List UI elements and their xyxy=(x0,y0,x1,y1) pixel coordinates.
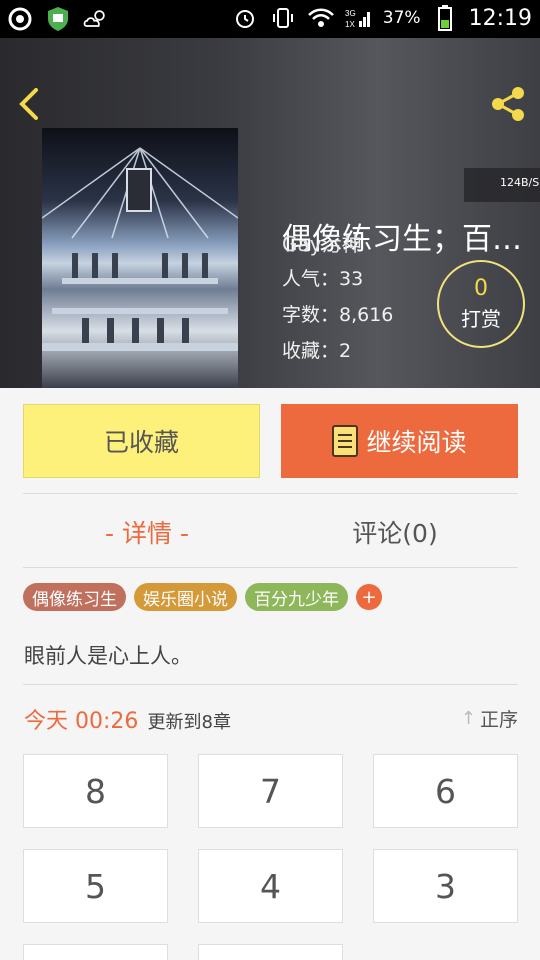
book-header: 偶像练习生；百… Gay污神 人气：33 字数：8,616 收藏：2 124B/… xyxy=(0,38,540,388)
vibrate-icon xyxy=(269,4,297,32)
tab-comments[interactable]: 评论(0) xyxy=(271,505,519,559)
svg-text:1X: 1X xyxy=(345,20,355,29)
arrow-up-icon: ↑ xyxy=(460,708,476,729)
shield-app-icon xyxy=(44,5,72,33)
chapter-tile[interactable]: 7 xyxy=(198,754,343,828)
battery-percent: 37% xyxy=(382,8,421,28)
tag-item[interactable]: 娱乐圈小说 xyxy=(134,583,237,611)
chapter-tile[interactable] xyxy=(23,944,168,960)
continue-reading-label: 继续阅读 xyxy=(366,428,467,457)
battery-icon xyxy=(431,4,459,32)
chapter-tile[interactable]: 5 xyxy=(23,849,168,923)
collected-button[interactable]: 已收藏 xyxy=(23,404,260,478)
chapter-tile[interactable]: 4 xyxy=(198,849,343,923)
weather-cloud-icon xyxy=(82,5,110,33)
netease-icon xyxy=(6,5,34,33)
chapter-tile[interactable] xyxy=(198,944,343,960)
alarm-icon xyxy=(231,4,259,32)
tag-list: 偶像练习生 娱乐圈小说 百分九少年 + xyxy=(23,583,382,611)
clock: 12:19 xyxy=(468,5,532,31)
back-button[interactable] xyxy=(14,84,44,124)
wordcount-stat: 字数：8,616 xyxy=(282,304,394,326)
chevron-left-icon xyxy=(19,88,38,120)
reward-count: 0 xyxy=(474,276,488,301)
reward-button[interactable]: 0 打赏 xyxy=(437,260,525,348)
net-speed-text: 124B/S xyxy=(500,176,540,189)
net-speed-overlay: 124B/S xyxy=(464,168,540,202)
divider xyxy=(23,493,518,494)
tag-item[interactable]: 百分九少年 xyxy=(245,583,348,611)
collected-label: 已收藏 xyxy=(103,428,179,457)
continue-reading-button[interactable]: 继续阅读 xyxy=(281,404,518,478)
signal-icon: 3G 1X xyxy=(345,4,373,32)
status-bar: 3G 1X 37% 12:19 xyxy=(0,0,540,38)
cover-logo xyxy=(126,168,152,212)
popularity-stat: 人气：33 xyxy=(282,268,364,290)
add-tag-button[interactable]: + xyxy=(356,584,382,610)
sort-order-label: 正序 xyxy=(479,709,518,731)
sort-order-button[interactable]: ↑ 正序 xyxy=(461,705,518,732)
share-icon xyxy=(492,87,524,121)
reward-label: 打赏 xyxy=(461,307,501,331)
tag-item[interactable]: 偶像练习生 xyxy=(23,583,126,611)
update-info: 今天 00:26 更新到8章 ↑ 正序 xyxy=(24,703,518,734)
tab-detail[interactable]: - 详情 - xyxy=(23,505,271,559)
favorites-stat: 收藏：2 xyxy=(282,340,352,362)
chapter-tile[interactable]: 3 xyxy=(373,849,518,923)
divider xyxy=(23,567,518,568)
update-text: 更新到8章 xyxy=(147,712,231,733)
book-cover[interactable] xyxy=(42,128,238,388)
divider xyxy=(23,684,518,685)
book-author[interactable]: Gay污神 xyxy=(282,228,362,257)
cover-stage-image xyxy=(42,147,238,351)
share-button[interactable] xyxy=(488,84,528,124)
chapter-tile[interactable]: 8 xyxy=(23,754,168,828)
wifi-icon xyxy=(307,4,335,32)
chapter-tile[interactable]: 6 xyxy=(373,754,518,828)
update-time: 今天 00:26 xyxy=(24,709,139,734)
tab-comments-label: 评论(0) xyxy=(352,519,438,548)
book-description: 眼前人是心上人。 xyxy=(24,644,192,668)
svg-text:3G: 3G xyxy=(345,9,356,18)
tab-detail-label: - 详情 - xyxy=(105,519,189,548)
book-icon xyxy=(332,425,359,457)
